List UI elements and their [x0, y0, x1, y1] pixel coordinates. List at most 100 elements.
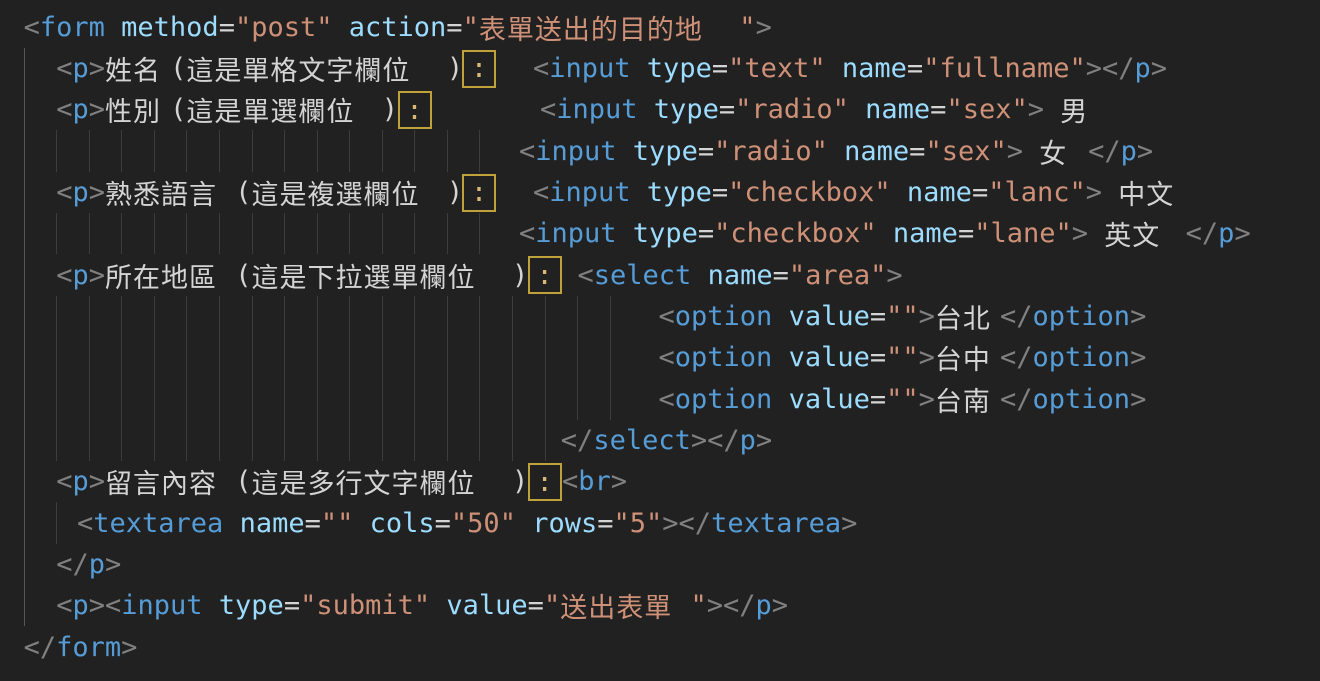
indent-guide [512, 296, 513, 337]
indent-guide [89, 420, 90, 461]
code-token: > [772, 590, 788, 621]
code-token: type [631, 53, 712, 84]
indent-guide [479, 337, 480, 378]
code-token: > [105, 549, 121, 580]
indent-guide [24, 420, 25, 461]
code-chunk: <p>熟悉語言(這是複選欄位) [56, 172, 463, 213]
code-token: < [519, 136, 535, 167]
code-token: ( [235, 177, 251, 208]
indent-guide [89, 296, 90, 337]
code-token: "text" [728, 53, 826, 84]
code-chunk: <input type="text" name="fullname"></p> [533, 48, 1167, 89]
code-chunk: <option value="">台南</option> [659, 378, 1147, 419]
code-token: < [562, 466, 578, 497]
code-token: action [333, 12, 447, 43]
code-token: = [712, 53, 728, 84]
code-token: 送出表單 [560, 586, 690, 625]
code-token: ( [170, 53, 186, 84]
code-token: name [223, 508, 304, 539]
code-token: option [1033, 342, 1131, 373]
code-line: <textarea name="" cols="50" rows="5"></t… [0, 502, 1320, 543]
code-token: "" [321, 508, 354, 539]
code-token: > [919, 342, 935, 373]
code-token: select [594, 260, 692, 291]
indent-guide [317, 213, 318, 254]
code-token: ( [235, 260, 251, 291]
code-token: 所在地區 [105, 256, 235, 295]
code-token: "submit" [300, 590, 430, 621]
code-token: type [617, 136, 698, 167]
indent-guide [349, 420, 350, 461]
code-token: 熟悉語言 [105, 173, 235, 212]
indent-guide [154, 213, 155, 254]
indent-guide [89, 378, 90, 419]
code-line: </p> [0, 544, 1320, 585]
indent-guide [317, 130, 318, 171]
indent-guide [24, 130, 25, 171]
code-token: value [772, 342, 870, 373]
indent-guide [219, 378, 220, 419]
code-token: = [930, 94, 946, 125]
indent-guide [545, 378, 546, 419]
indent-guide [447, 296, 448, 337]
code-token: 這是單格文字欄位 [186, 49, 446, 88]
code-token: p [72, 590, 88, 621]
indent-guide [317, 296, 318, 337]
indent-guide [121, 130, 122, 171]
code-token: = [719, 94, 735, 125]
code-token: > [89, 260, 105, 291]
code-editor[interactable]: <form method="post" action="表單送出的目的地"><p… [0, 0, 1320, 681]
code-token: input [556, 94, 637, 125]
code-line: <p>性別(這是單選欄位):<input type="radio" name="… [0, 89, 1320, 130]
code-token: < [659, 301, 675, 332]
code-token: input [549, 53, 630, 84]
code-token: name [691, 260, 772, 291]
indent-guide [219, 296, 220, 337]
code-token: option [675, 342, 773, 373]
code-token: > [919, 301, 935, 332]
code-token: ) [512, 466, 528, 497]
code-token: " [544, 590, 560, 621]
indent-guide [284, 378, 285, 419]
indent-guide [577, 337, 578, 378]
code-token: > [89, 53, 105, 84]
indent-guide [24, 337, 25, 378]
indent-guide [56, 130, 57, 171]
code-token [1169, 218, 1185, 249]
indent-guide [56, 378, 57, 419]
indent-guide [414, 213, 415, 254]
indent-guide [186, 337, 187, 378]
code-token: value [430, 590, 528, 621]
code-token: > [1028, 94, 1044, 125]
code-token [1023, 136, 1039, 167]
indent-guide [382, 420, 383, 461]
code-token: input [535, 136, 616, 167]
indent-guide [349, 213, 350, 254]
code-token: < [56, 260, 72, 291]
code-chunk: </form> [24, 626, 138, 667]
code-token: 性別 [105, 90, 170, 129]
code-token: "5" [614, 508, 663, 539]
code-token: </ [24, 632, 57, 663]
code-token: 留言內容 [105, 462, 235, 501]
indent-guide [610, 337, 611, 378]
code-chunk: <textarea name="" cols="50" rows="5"></t… [77, 502, 857, 543]
code-chunk: <option value="">台中</option> [659, 337, 1147, 378]
indent-guide [349, 337, 350, 378]
code-token: value [772, 301, 870, 332]
code-token [1072, 136, 1088, 167]
indent-guide [56, 420, 57, 461]
indent-guide [284, 130, 285, 171]
code-token: ) [447, 53, 463, 84]
code-token: "" [886, 384, 919, 415]
code-token: < [105, 590, 121, 621]
code-token: p [1218, 218, 1234, 249]
code-line: <input type="radio" name="sex"> 女 </p> [0, 130, 1320, 171]
code-token: form [40, 12, 105, 43]
code-line: <p>熟悉語言(這是複選欄位):<input type="checkbox" n… [0, 172, 1320, 213]
code-line: <option value="">台南</option> [0, 378, 1320, 419]
indent-guide [252, 296, 253, 337]
code-token: > [121, 632, 137, 663]
code-token: < [56, 177, 72, 208]
indent-guide [414, 130, 415, 171]
